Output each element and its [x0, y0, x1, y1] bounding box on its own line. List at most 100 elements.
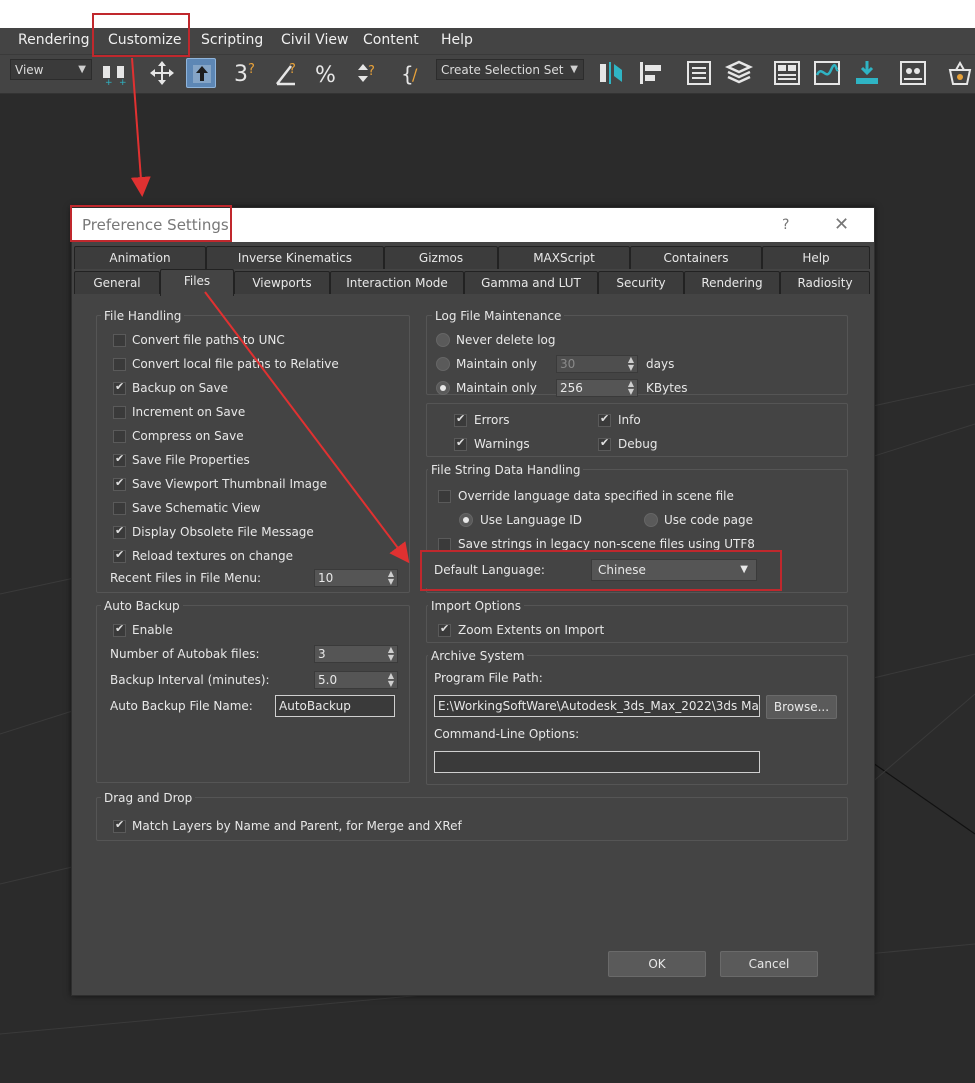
kb-value: 256 — [560, 381, 583, 395]
obsolete-message-checkbox[interactable] — [113, 524, 126, 539]
percent-snap-icon[interactable]: % — [313, 58, 343, 88]
save-file-properties-label: Save File Properties — [132, 453, 250, 467]
view-dropdown[interactable]: View ▼ — [10, 59, 92, 80]
curve-editor-icon[interactable] — [812, 58, 842, 88]
compress-on-save-checkbox[interactable] — [113, 430, 126, 443]
tab-radiosity[interactable]: Radiosity — [780, 271, 870, 294]
compress-on-save-label: Compress on Save — [132, 429, 244, 443]
save-strings-utf8-label: Save strings in legacy non-scene files u… — [458, 537, 755, 551]
highlight-box-default-language — [420, 550, 782, 591]
info-checkbox[interactable] — [598, 412, 611, 427]
zoom-extents-label: Zoom Extents on Import — [458, 623, 605, 637]
svg-text:+: + — [105, 78, 113, 88]
cmdline-input[interactable] — [434, 751, 760, 773]
save-thumbnail-checkbox[interactable] — [113, 476, 126, 491]
backup-filename-label: Auto Backup File Name: — [110, 699, 253, 713]
log-file-title: Log File Maintenance — [432, 309, 565, 323]
autobak-files-spinner[interactable]: 3 ▲ ▼ — [314, 645, 398, 663]
spinner-snap-icon[interactable]: ? — [353, 58, 383, 88]
menu-civil-view[interactable]: Civil View — [281, 32, 348, 48]
reload-textures-label: Reload textures on change — [132, 549, 293, 563]
tab-security[interactable]: Security — [598, 271, 684, 294]
save-file-properties-checkbox[interactable] — [113, 452, 126, 467]
move-icon[interactable] — [147, 58, 177, 88]
help-button[interactable]: ? — [782, 217, 789, 233]
maintain-kb-radio[interactable] — [436, 381, 450, 395]
tab-general[interactable]: General — [74, 271, 160, 294]
tab-files[interactable]: Files — [160, 269, 234, 296]
menu-content[interactable]: Content — [363, 32, 419, 48]
drag-drop-title: Drag and Drop — [101, 791, 196, 805]
never-delete-radio[interactable] — [436, 333, 450, 347]
errors-checkbox[interactable] — [454, 412, 467, 427]
archive-title: Archive System — [428, 649, 528, 663]
warnings-label: Warnings — [474, 437, 530, 451]
preference-settings-dialog: Preference Settings ? ✕ Animation Invers… — [71, 207, 875, 996]
program-path-input[interactable]: E:\WorkingSoftWare\Autodesk_3ds_Max_2022… — [434, 695, 760, 717]
override-language-checkbox[interactable] — [438, 490, 451, 503]
mirror-icon[interactable] — [596, 58, 626, 88]
recent-files-spinner[interactable]: 10 ▲ ▼ — [314, 569, 398, 587]
selection-filter-icon[interactable]: + + — [100, 58, 130, 88]
save-schematic-checkbox[interactable] — [113, 502, 126, 515]
tab-viewports[interactable]: Viewports — [234, 271, 330, 294]
backup-on-save-checkbox[interactable] — [113, 380, 126, 395]
render-setup-icon[interactable] — [944, 58, 974, 88]
layer-explorer-icon[interactable] — [724, 58, 754, 88]
recent-files-value: 10 — [318, 571, 334, 585]
schematic-view-icon[interactable] — [852, 58, 882, 88]
scene-explorer-icon[interactable] — [684, 58, 714, 88]
match-layers-checkbox[interactable] — [113, 818, 126, 833]
backup-interval-spinner[interactable]: 5.0 ▲ ▼ — [314, 671, 398, 689]
svg-text:?: ? — [289, 62, 296, 77]
reload-textures-checkbox[interactable] — [113, 548, 126, 563]
recent-files-label: Recent Files in File Menu: — [110, 571, 262, 585]
tab-gizmos[interactable]: Gizmos — [384, 246, 498, 269]
menu-help[interactable]: Help — [441, 32, 473, 48]
tab-interaction-mode[interactable]: Interaction Mode — [330, 271, 464, 294]
kb-spinner[interactable]: 256 ▲ ▼ — [556, 379, 638, 397]
backup-filename-input[interactable]: AutoBackup — [275, 695, 395, 717]
auto-backup-enable-checkbox[interactable] — [113, 622, 126, 637]
menu-rendering[interactable]: Rendering — [18, 32, 90, 48]
match-layers-label: Match Layers by Name and Parent, for Mer… — [132, 819, 462, 833]
zoom-extents-checkbox[interactable] — [438, 622, 451, 637]
tab-help[interactable]: Help — [762, 246, 870, 269]
selection-set-dropdown[interactable]: Create Selection Set ▼ — [436, 59, 584, 80]
ok-button[interactable]: OK — [608, 951, 706, 977]
auto-backup-enable-label: Enable — [132, 623, 173, 637]
chevron-down-icon: ▼ — [78, 64, 86, 75]
ribbon-toggle-icon[interactable] — [772, 58, 802, 88]
save-thumbnail-label: Save Viewport Thumbnail Image — [132, 477, 328, 491]
warnings-checkbox[interactable] — [454, 436, 467, 451]
tab-maxscript[interactable]: MAXScript — [498, 246, 630, 269]
convert-unc-checkbox[interactable] — [113, 334, 126, 347]
align-icon[interactable] — [636, 58, 666, 88]
spinner-arrows-icon: ▲ ▼ — [387, 569, 394, 586]
browse-button[interactable]: Browse... — [766, 695, 837, 719]
increment-on-save-checkbox[interactable] — [113, 406, 126, 419]
tab-containers[interactable]: Containers — [630, 246, 762, 269]
debug-checkbox[interactable] — [598, 436, 611, 451]
material-editor-icon[interactable] — [898, 58, 928, 88]
snap-toggle-icon[interactable]: 3? — [232, 58, 262, 88]
cancel-button[interactable]: Cancel — [720, 951, 818, 977]
use-language-id-radio[interactable] — [459, 513, 473, 527]
tab-gamma-lut[interactable]: Gamma and LUT — [464, 271, 598, 294]
named-selection-icon[interactable]: {/ — [400, 58, 430, 88]
select-object-icon[interactable] — [186, 58, 216, 88]
tab-rendering[interactable]: Rendering — [684, 271, 780, 294]
use-code-page-radio[interactable] — [644, 513, 658, 527]
convert-relative-checkbox[interactable] — [113, 358, 126, 371]
never-delete-label: Never delete log — [456, 333, 556, 347]
backup-on-save-label: Backup on Save — [132, 381, 229, 395]
main-toolbar: View ▼ + + 3? ? % ? {/ Create Selection Se… — [0, 55, 975, 94]
tab-animation[interactable]: Animation — [74, 246, 206, 269]
maintain-days-radio[interactable] — [436, 357, 450, 371]
menu-scripting[interactable]: Scripting — [201, 32, 263, 48]
close-button[interactable]: ✕ — [834, 214, 849, 235]
days-spinner[interactable]: 30 ▲ ▼ — [556, 355, 638, 373]
convert-relative-label: Convert local file paths to Relative — [132, 357, 339, 371]
angle-snap-icon[interactable]: ? — [273, 58, 303, 88]
tab-inverse-kinematics[interactable]: Inverse Kinematics — [206, 246, 384, 269]
